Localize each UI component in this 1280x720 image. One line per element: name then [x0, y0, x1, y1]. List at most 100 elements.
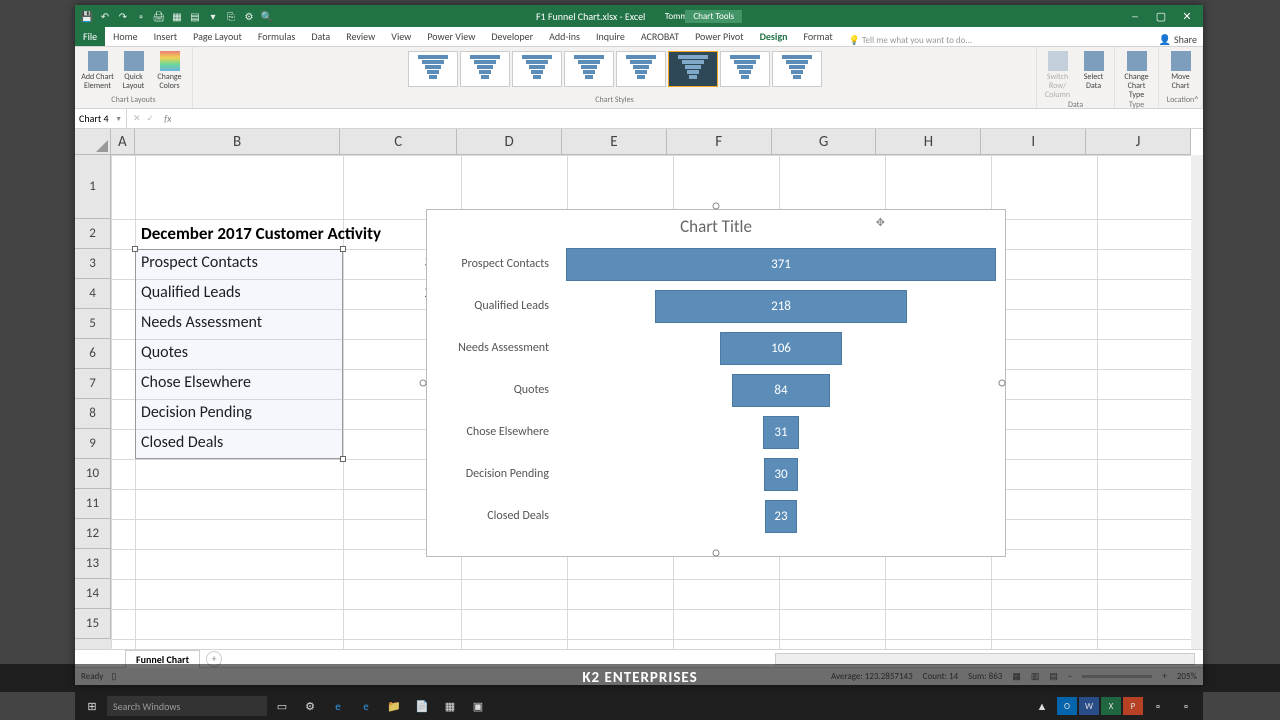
- column-header[interactable]: J: [1086, 129, 1191, 155]
- column-header[interactable]: F: [667, 129, 772, 155]
- chart-style-thumb[interactable]: [772, 51, 822, 87]
- start-button[interactable]: ⊞: [79, 695, 105, 717]
- tab-power-pivot[interactable]: Power Pivot: [687, 27, 752, 46]
- table-title-cell[interactable]: December 2017 Customer Activity: [135, 219, 461, 249]
- tab-insert[interactable]: Insert: [146, 27, 186, 46]
- column-header[interactable]: H: [876, 129, 981, 155]
- funnel-segment[interactable]: 218: [655, 290, 908, 323]
- name-box[interactable]: Chart 4▼: [75, 109, 127, 128]
- chart-style-thumb[interactable]: [460, 51, 510, 87]
- chart-title[interactable]: Chart Title: [427, 210, 1005, 243]
- tab-power-view[interactable]: Power View: [419, 27, 483, 46]
- word-icon[interactable]: W: [1079, 697, 1099, 715]
- column-header[interactable]: E: [562, 129, 667, 155]
- share-button[interactable]: 👤 Share: [1159, 33, 1203, 46]
- tab-view[interactable]: View: [383, 27, 419, 46]
- row-header[interactable]: 8: [75, 399, 111, 429]
- qat-icon[interactable]: ▦: [171, 10, 183, 22]
- qat-icon[interactable]: ⎘: [225, 10, 237, 22]
- close-icon[interactable]: ✕: [1175, 10, 1199, 23]
- tab-file[interactable]: File: [75, 27, 105, 46]
- excel-icon[interactable]: X: [1101, 697, 1121, 715]
- taskbar-search[interactable]: Search Windows: [107, 696, 267, 716]
- settings-icon[interactable]: ⚙: [297, 695, 323, 717]
- add-chart-element-button[interactable]: Add Chart Element: [81, 51, 115, 91]
- tab-developer[interactable]: Developer: [483, 27, 541, 46]
- qat-icon[interactable]: 🖨: [153, 10, 165, 22]
- app-icon[interactable]: ▫: [1145, 695, 1171, 717]
- app-icon[interactable]: ▫: [1173, 695, 1199, 717]
- change-colors-button[interactable]: Change Colors: [153, 51, 187, 91]
- quick-layout-button[interactable]: Quick Layout: [117, 51, 151, 91]
- fx-icon[interactable]: fx: [160, 112, 171, 125]
- app-icon[interactable]: ▦: [437, 695, 463, 717]
- formula-input[interactable]: [171, 112, 1203, 125]
- row-header[interactable]: 10: [75, 459, 111, 489]
- qat-icon[interactable]: ▤: [189, 10, 201, 22]
- column-header[interactable]: I: [981, 129, 1086, 155]
- app-icon[interactable]: ▣: [465, 695, 491, 717]
- row-header[interactable]: 14: [75, 579, 111, 609]
- column-header[interactable]: B: [135, 129, 341, 155]
- tab-formulas[interactable]: Formulas: [250, 27, 303, 46]
- tab-acrobat[interactable]: ACROBAT: [633, 27, 687, 46]
- chart-styles-gallery[interactable]: [406, 49, 824, 89]
- column-header[interactable]: C: [340, 129, 457, 155]
- chart-style-thumb[interactable]: [720, 51, 770, 87]
- tab-data[interactable]: Data: [303, 27, 338, 46]
- column-header[interactable]: D: [457, 129, 562, 155]
- undo-icon[interactable]: ↶: [99, 10, 111, 22]
- maximize-icon[interactable]: ▢: [1149, 10, 1173, 23]
- funnel-chart[interactable]: Chart Title✥Prospect Contacts371Qualifie…: [426, 209, 1006, 557]
- minimize-icon[interactable]: ─: [1123, 10, 1147, 23]
- save-icon[interactable]: 💾: [81, 10, 93, 22]
- tell-me-input[interactable]: 💡 Tell me what you want to do...: [849, 35, 972, 46]
- tab-design[interactable]: Design: [752, 27, 796, 46]
- collapse-ribbon-icon[interactable]: ˄: [1194, 93, 1199, 106]
- chart-style-thumb[interactable]: [564, 51, 614, 87]
- outlook-icon[interactable]: O: [1057, 697, 1077, 715]
- row-header[interactable]: 15: [75, 609, 111, 639]
- column-header[interactable]: A: [111, 129, 135, 155]
- funnel-segment[interactable]: 84: [732, 374, 829, 407]
- chart-style-thumb[interactable]: [408, 51, 458, 87]
- qat-icon[interactable]: ⚙: [243, 10, 255, 22]
- powerpoint-icon[interactable]: P: [1123, 697, 1143, 715]
- app-icon[interactable]: 📁: [381, 695, 407, 717]
- worksheet[interactable]: ABCDEFGHIJ 123456789101112131415 Decembe…: [75, 129, 1203, 649]
- row-header[interactable]: 2: [75, 219, 111, 249]
- edge-icon[interactable]: e: [325, 695, 351, 717]
- chart-style-thumb[interactable]: [668, 51, 718, 87]
- vertical-scrollbar[interactable]: [1191, 155, 1203, 649]
- row-header[interactable]: 3: [75, 249, 111, 279]
- task-view-icon[interactable]: ▭: [269, 695, 295, 717]
- row-header[interactable]: 7: [75, 369, 111, 399]
- qat-icon[interactable]: 🔍: [261, 10, 273, 22]
- tab-add-ins[interactable]: Add-ins: [541, 27, 588, 46]
- row-header[interactable]: 11: [75, 489, 111, 519]
- row-header[interactable]: 1: [75, 155, 111, 219]
- chart-style-thumb[interactable]: [512, 51, 562, 87]
- row-header[interactable]: 4: [75, 279, 111, 309]
- qat-icon[interactable]: ▾: [207, 10, 219, 22]
- select-all-button[interactable]: [75, 129, 111, 155]
- select-data-button[interactable]: Select Data: [1077, 51, 1111, 91]
- funnel-segment[interactable]: 371: [566, 248, 996, 281]
- tab-home[interactable]: Home: [105, 27, 145, 46]
- qat-icon[interactable]: ▫: [135, 10, 147, 22]
- row-header[interactable]: 6: [75, 339, 111, 369]
- ie-icon[interactable]: e: [353, 695, 379, 717]
- switch-row-column-button[interactable]: Switch Row/ Column: [1041, 51, 1075, 100]
- move-chart-button[interactable]: Move Chart: [1164, 51, 1198, 91]
- tab-inquire[interactable]: Inquire: [588, 27, 633, 46]
- tab-page-layout[interactable]: Page Layout: [185, 27, 250, 46]
- chart-style-thumb[interactable]: [616, 51, 666, 87]
- funnel-segment[interactable]: 30: [764, 458, 799, 491]
- column-header[interactable]: G: [772, 129, 877, 155]
- funnel-segment[interactable]: 106: [720, 332, 843, 365]
- app-icon[interactable]: 📄: [409, 695, 435, 717]
- funnel-segment[interactable]: 23: [765, 500, 797, 533]
- row-header[interactable]: 5: [75, 309, 111, 339]
- row-header[interactable]: 12: [75, 519, 111, 549]
- funnel-segment[interactable]: 31: [763, 416, 799, 449]
